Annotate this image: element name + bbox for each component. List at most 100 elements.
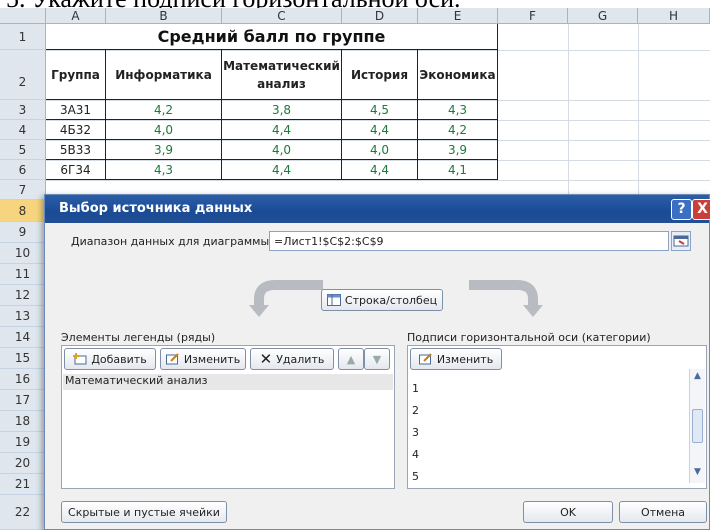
row-header-1[interactable]: 1 — [0, 24, 46, 50]
category-item[interactable]: 5 — [412, 470, 419, 483]
series-item[interactable]: Математический анализ — [63, 374, 393, 390]
table-cell[interactable]: 4,1 — [418, 160, 498, 180]
table-cell[interactable]: 3,9 — [418, 140, 498, 160]
table-cell[interactable]: 4,0 — [342, 140, 418, 160]
row-header-17[interactable]: 17 — [0, 390, 46, 411]
row-header-8[interactable]: 8 — [0, 200, 46, 222]
axis-labels-label: Подписи горизонтальной оси (категории) — [407, 331, 651, 344]
select-all-corner[interactable] — [0, 8, 46, 24]
column-header-f[interactable]: F — [498, 8, 568, 24]
row-header-15[interactable]: 15 — [0, 348, 46, 369]
row-header-7[interactable]: 7 — [0, 180, 46, 200]
table-cell[interactable]: 3,8 — [222, 100, 342, 120]
arrow-down-icon: ▼ — [372, 352, 382, 366]
row-header-22[interactable]: 22 — [0, 495, 46, 530]
row-header-14[interactable]: 14 — [0, 327, 46, 348]
close-button[interactable]: X — [692, 199, 710, 220]
row-header-21[interactable]: 21 — [0, 474, 46, 495]
chart-data-range-input[interactable] — [269, 231, 669, 251]
move-up-button[interactable]: ▲ — [338, 348, 364, 370]
move-down-button[interactable]: ▼ — [364, 348, 390, 370]
header-cell-history[interactable]: История — [342, 50, 418, 100]
table-cell[interactable]: 4Б32 — [46, 120, 106, 140]
header-cell-math[interactable]: Математический анализ — [222, 50, 342, 100]
row-header-11[interactable]: 11 — [0, 264, 46, 285]
table-cell[interactable]: 4,3 — [418, 100, 498, 120]
category-item[interactable]: 1 — [412, 382, 419, 395]
table-cell[interactable]: 4,4 — [342, 160, 418, 180]
table-cell[interactable]: 3А31 — [46, 100, 106, 120]
table-cell[interactable]: 3,9 — [106, 140, 222, 160]
delete-series-button[interactable]: ✕ Удалить — [250, 348, 334, 370]
delete-icon: ✕ — [259, 350, 273, 368]
header-cell-informatics[interactable]: Информатика — [106, 50, 222, 100]
curved-arrow-right-icon — [469, 280, 543, 317]
table-cell[interactable]: 4,0 — [222, 140, 342, 160]
scroll-thumb[interactable] — [692, 409, 703, 443]
table-cell[interactable]: 4,2 — [106, 100, 222, 120]
dialog-title: Выбор источника данных — [59, 201, 253, 216]
table-cell[interactable]: 4,4 — [222, 120, 342, 140]
dialog-titlebar[interactable]: Выбор источника данных ? X — [45, 195, 710, 223]
edit-axis-labels-button[interactable]: Изменить — [410, 348, 502, 370]
cancel-button[interactable]: Отмена — [619, 501, 707, 523]
row-header-10[interactable]: 10 — [0, 243, 46, 264]
category-item[interactable]: 2 — [412, 404, 419, 417]
column-header-d[interactable]: D — [342, 8, 418, 24]
categories-scrollbar[interactable]: ▲ ▼ — [689, 369, 705, 483]
ok-button[interactable]: OK — [523, 501, 613, 523]
table-cell[interactable]: 4,5 — [342, 100, 418, 120]
column-header-h[interactable]: H — [638, 8, 710, 24]
legend-entries-label: Элементы легенды (ряды) — [61, 331, 216, 344]
scroll-up-icon[interactable]: ▲ — [692, 371, 703, 383]
scroll-down-icon[interactable]: ▼ — [692, 467, 703, 479]
header-cell-group[interactable]: Группа — [46, 50, 106, 100]
row-header-3[interactable]: 3 — [0, 100, 46, 120]
row-header-4[interactable]: 4 — [0, 120, 46, 140]
select-data-source-dialog: Выбор источника данных ? X Диапазон данн… — [44, 194, 710, 530]
add-icon — [73, 353, 87, 365]
collapse-dialog-button[interactable] — [671, 231, 691, 251]
legend-series-panel: Добавить Изменить ✕ Удалить ▲ ▼ Математи… — [61, 345, 395, 489]
switch-row-column-label: Строка/столбец — [344, 293, 438, 307]
row-header-5[interactable]: 5 — [0, 140, 46, 160]
edit-series-button[interactable]: Изменить — [160, 348, 246, 370]
table-cell[interactable]: 4,4 — [222, 160, 342, 180]
switch-row-column-icon — [326, 294, 341, 306]
column-header-a[interactable]: A — [46, 8, 106, 24]
row-header-9[interactable]: 9 — [0, 222, 46, 243]
edit-icon — [165, 353, 179, 365]
table-cell[interactable]: 6Г34 — [46, 160, 106, 180]
edit-axis-labels-label: Изменить — [436, 352, 494, 366]
table-cell[interactable]: 4,4 — [342, 120, 418, 140]
category-item[interactable]: 3 — [412, 426, 419, 439]
column-header-b[interactable]: B — [106, 8, 222, 24]
table-cell[interactable]: 4,3 — [106, 160, 222, 180]
category-item[interactable]: 4 — [412, 448, 419, 461]
help-button[interactable]: ? — [671, 199, 692, 220]
range-select-icon — [673, 235, 689, 247]
row-header-19[interactable]: 19 — [0, 432, 46, 453]
delete-series-label: Удалить — [276, 352, 325, 366]
switch-row-column-button[interactable]: Строка/столбец — [321, 289, 443, 311]
row-header-2[interactable]: 2 — [0, 50, 46, 100]
edit-series-label: Изменить — [183, 352, 241, 366]
instruction-text: 5. Укажите подписи горизонтальной оси. — [0, 0, 710, 8]
add-series-button[interactable]: Добавить — [64, 348, 156, 370]
row-header-20[interactable]: 20 — [0, 453, 46, 474]
table-cell[interactable]: 5В33 — [46, 140, 106, 160]
row-header-12[interactable]: 12 — [0, 285, 46, 306]
row-header-16[interactable]: 16 — [0, 369, 46, 390]
table-cell[interactable]: 4,0 — [106, 120, 222, 140]
column-header-e[interactable]: E — [418, 8, 498, 24]
table-title[interactable]: Средний балл по группе — [46, 24, 498, 50]
row-header-6[interactable]: 6 — [0, 160, 46, 180]
column-header-g[interactable]: G — [568, 8, 638, 24]
hidden-empty-cells-button[interactable]: Скрытые и пустые ячейки — [61, 501, 227, 523]
column-header-c[interactable]: C — [222, 8, 342, 24]
table-cell[interactable]: 4,2 — [418, 120, 498, 140]
row-header-18[interactable]: 18 — [0, 411, 46, 432]
row-header-13[interactable]: 13 — [0, 306, 46, 327]
range-label: Диапазон данных для диаграммы: — [71, 235, 273, 248]
header-cell-economics[interactable]: Экономика — [418, 50, 498, 100]
